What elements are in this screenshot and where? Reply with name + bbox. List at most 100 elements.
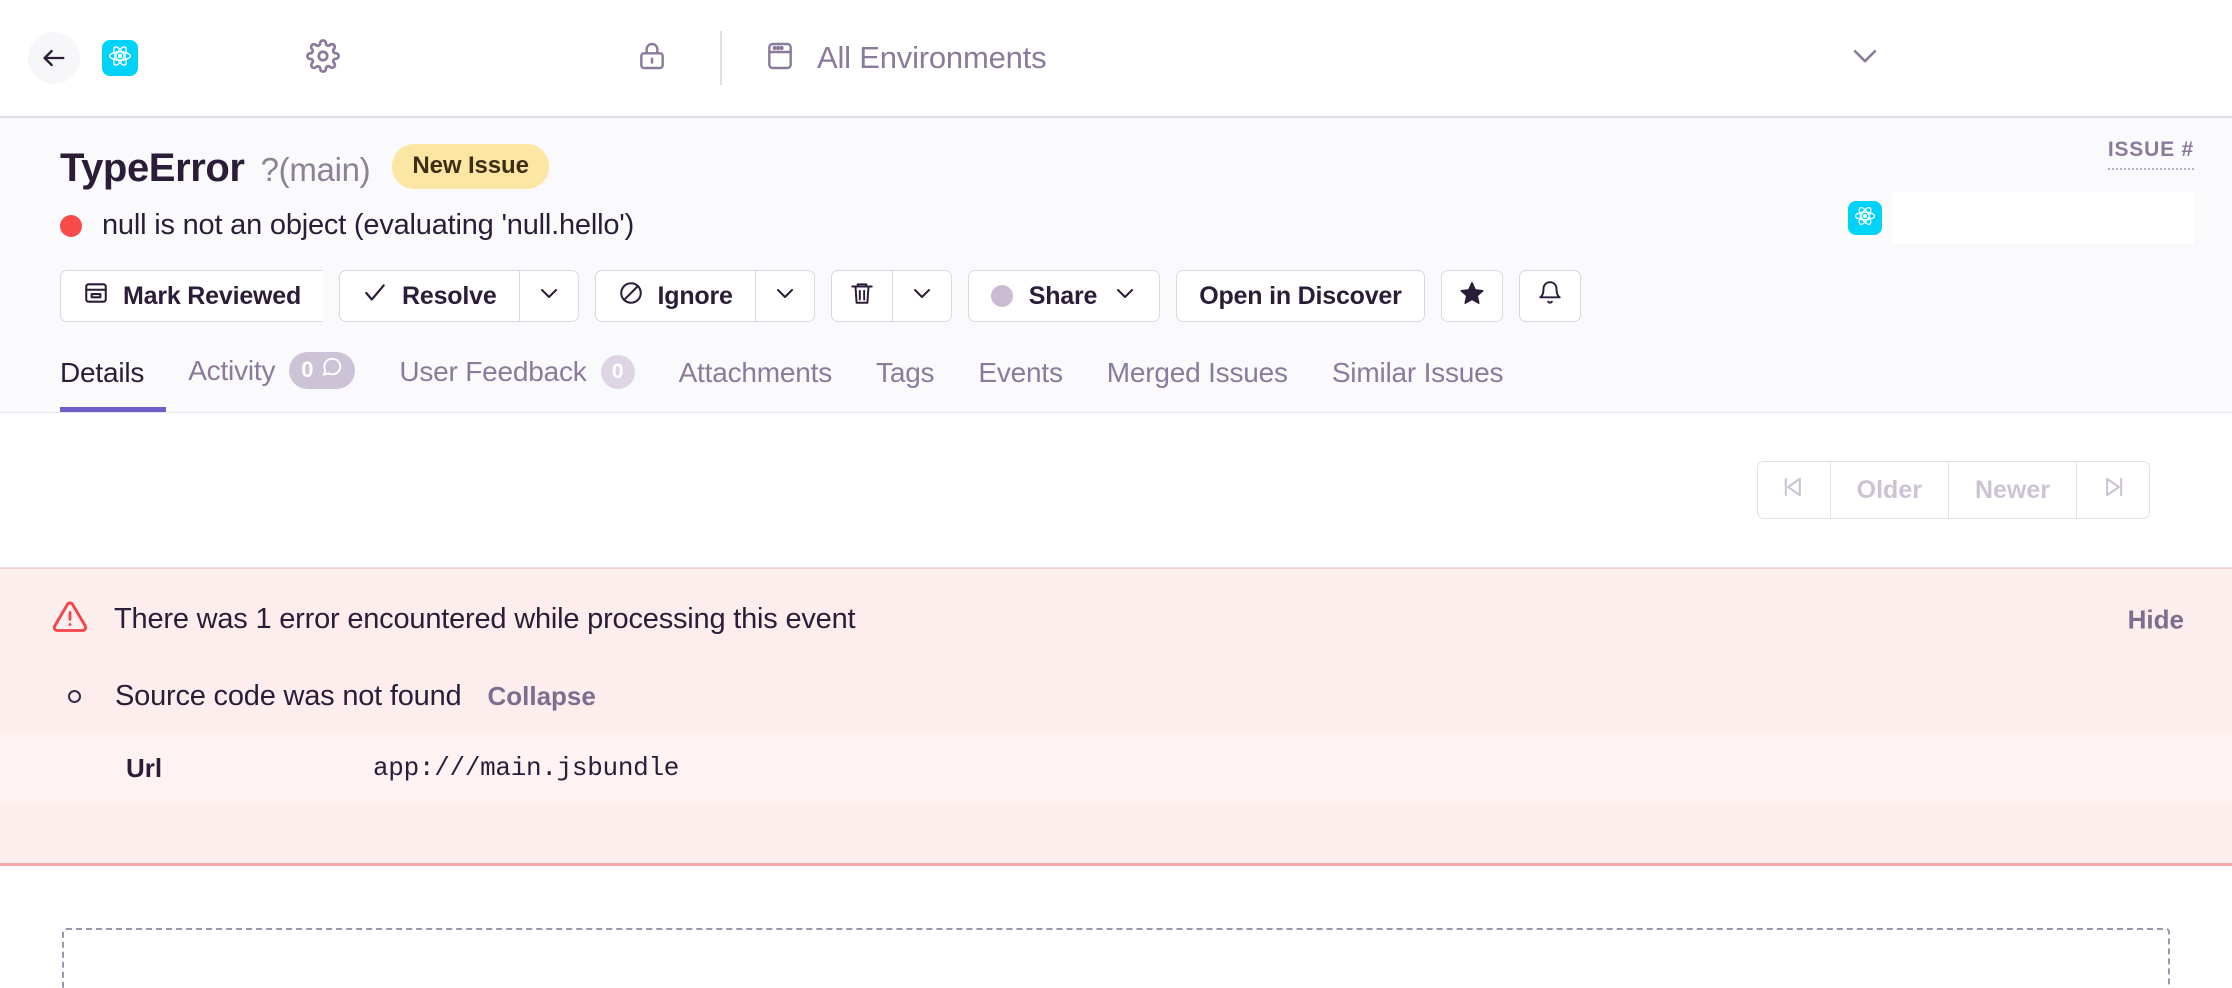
banner-spacer	[0, 801, 2232, 863]
tab-tags[interactable]: Tags	[854, 357, 956, 412]
share-button[interactable]: Share	[968, 270, 1160, 322]
tab-user-feedback[interactable]: User Feedback 0	[377, 355, 656, 412]
issue-number-value[interactable]	[1892, 192, 2194, 244]
gear-icon	[306, 39, 340, 78]
hide-errors-link[interactable]: Hide	[2128, 604, 2184, 635]
ignore-button[interactable]: Ignore	[595, 270, 755, 322]
tab-user-feedback-label: User Feedback	[399, 356, 586, 388]
open-in-discover-button[interactable]: Open in Discover	[1176, 270, 1424, 322]
share-group: Share	[968, 270, 1160, 322]
status-badge: New Issue	[392, 144, 549, 189]
issue-number-label: ISSUE #	[2108, 138, 2194, 170]
pagination-older-button[interactable]: Older	[1830, 461, 1948, 519]
arrow-left-icon	[40, 44, 68, 72]
chevron-down-icon	[1113, 281, 1137, 312]
top-navigation-bar: All Environments	[0, 0, 2232, 118]
tab-details-label: Details	[60, 357, 144, 389]
pagination-first-button[interactable]	[1757, 461, 1830, 519]
check-icon	[362, 280, 388, 313]
detail-key: Url	[126, 753, 373, 784]
detail-value: app:///main.jsbundle	[373, 753, 679, 783]
pagination-last-button[interactable]	[2076, 461, 2150, 519]
trash-icon	[849, 280, 875, 313]
back-button[interactable]	[28, 32, 80, 84]
user-feedback-count-badge: 0	[601, 355, 635, 389]
collapse-link[interactable]: Collapse	[487, 681, 595, 712]
inbox-icon	[83, 280, 109, 313]
ban-icon	[618, 280, 644, 313]
ignore-group: Ignore	[595, 270, 815, 322]
processing-error-item-title: Source code was not found	[115, 680, 461, 713]
processing-error-header: There was 1 error encountered while proc…	[0, 569, 2232, 670]
tab-events-label: Events	[978, 357, 1062, 389]
issue-action-toolbar: Mark Reviewed Resolve	[60, 270, 2232, 322]
environment-dropdown-chevron[interactable]	[1848, 39, 1882, 78]
chevron-down-icon	[1848, 60, 1882, 77]
tab-merged-issues[interactable]: Merged Issues	[1085, 357, 1310, 412]
tab-events[interactable]: Events	[956, 357, 1084, 412]
mark-reviewed-label: Mark Reviewed	[123, 282, 301, 311]
ignore-dropdown-button[interactable]	[755, 270, 815, 322]
delete-button[interactable]	[831, 270, 892, 322]
open-in-discover-label: Open in Discover	[1199, 282, 1401, 311]
tab-similar-issues[interactable]: Similar Issues	[1310, 357, 1525, 412]
environment-label: All Environments	[817, 40, 1046, 76]
tab-activity-label: Activity	[188, 355, 275, 387]
skip-to-last-icon	[2099, 473, 2127, 508]
processing-error-message: There was 1 error encountered while proc…	[114, 603, 855, 636]
resolve-dropdown-button[interactable]	[519, 270, 579, 322]
resolve-group: Resolve	[339, 270, 579, 322]
share-dot-icon	[991, 285, 1013, 307]
tab-details[interactable]: Details	[60, 357, 166, 412]
tab-tags-label: Tags	[876, 357, 934, 389]
react-logo-icon	[1853, 204, 1877, 233]
subscribe-button[interactable]	[1519, 270, 1581, 322]
pagination-older-label: Older	[1857, 476, 1922, 505]
pagination-newer-button[interactable]: Newer	[1948, 461, 2076, 519]
environment-selector[interactable]: All Environments	[764, 40, 1046, 77]
list-bullet-icon	[68, 690, 81, 703]
resolve-button[interactable]: Resolve	[339, 270, 519, 322]
tab-merged-issues-label: Merged Issues	[1107, 357, 1288, 389]
mark-reviewed-button[interactable]: Mark Reviewed	[60, 270, 323, 322]
issue-react-badge	[1848, 201, 1882, 235]
processing-error-item: Source code was not found Collapse	[0, 670, 2232, 735]
settings-button[interactable]	[306, 39, 340, 78]
tab-similar-issues-label: Similar Issues	[1332, 357, 1503, 389]
dashed-placeholder-box	[62, 928, 2170, 988]
lock-indicator	[636, 40, 668, 77]
comment-bubble-icon	[321, 356, 343, 384]
page-title: TypeError	[60, 146, 245, 191]
issue-header: ISSUE # TypeError ?(main) New Issue null…	[0, 118, 2232, 413]
window-icon	[764, 40, 796, 77]
processing-error-banner: There was 1 error encountered while proc…	[0, 568, 2232, 866]
chevron-down-icon	[910, 281, 934, 312]
delete-dropdown-button[interactable]	[892, 270, 952, 322]
issue-subtitle: ?(main)	[261, 151, 371, 189]
tab-activity[interactable]: Activity 0	[166, 352, 377, 412]
issue-culprit: null is not an object (evaluating 'null.…	[102, 209, 634, 242]
tab-attachments-label: Attachments	[679, 357, 832, 389]
tab-attachments[interactable]: Attachments	[657, 357, 854, 412]
project-react-badge[interactable]	[102, 40, 138, 76]
pagination-newer-label: Newer	[1975, 476, 2050, 505]
resolve-label: Resolve	[402, 282, 497, 311]
star-icon	[1459, 280, 1485, 313]
event-navigation-bar: Older Newer	[0, 413, 2232, 568]
warning-triangle-icon	[52, 599, 88, 640]
issue-number-block: ISSUE #	[1848, 138, 2194, 244]
bookmark-button[interactable]	[1441, 270, 1503, 322]
ignore-label: Ignore	[658, 282, 733, 311]
share-label: Share	[1029, 282, 1097, 311]
error-level-dot-icon	[60, 215, 82, 237]
activity-count: 0	[301, 357, 313, 383]
react-logo-icon	[107, 43, 133, 74]
issue-tabs: Details Activity 0 User Feedback 0 Attac…	[60, 352, 2232, 412]
chevron-down-icon	[537, 281, 561, 312]
content-below-banner	[0, 866, 2232, 962]
bell-icon	[1537, 280, 1563, 313]
event-pagination: Older Newer	[1757, 461, 2150, 519]
nav-divider	[720, 31, 722, 85]
mark-reviewed-group: Mark Reviewed	[60, 270, 323, 322]
chevron-down-icon	[773, 281, 797, 312]
